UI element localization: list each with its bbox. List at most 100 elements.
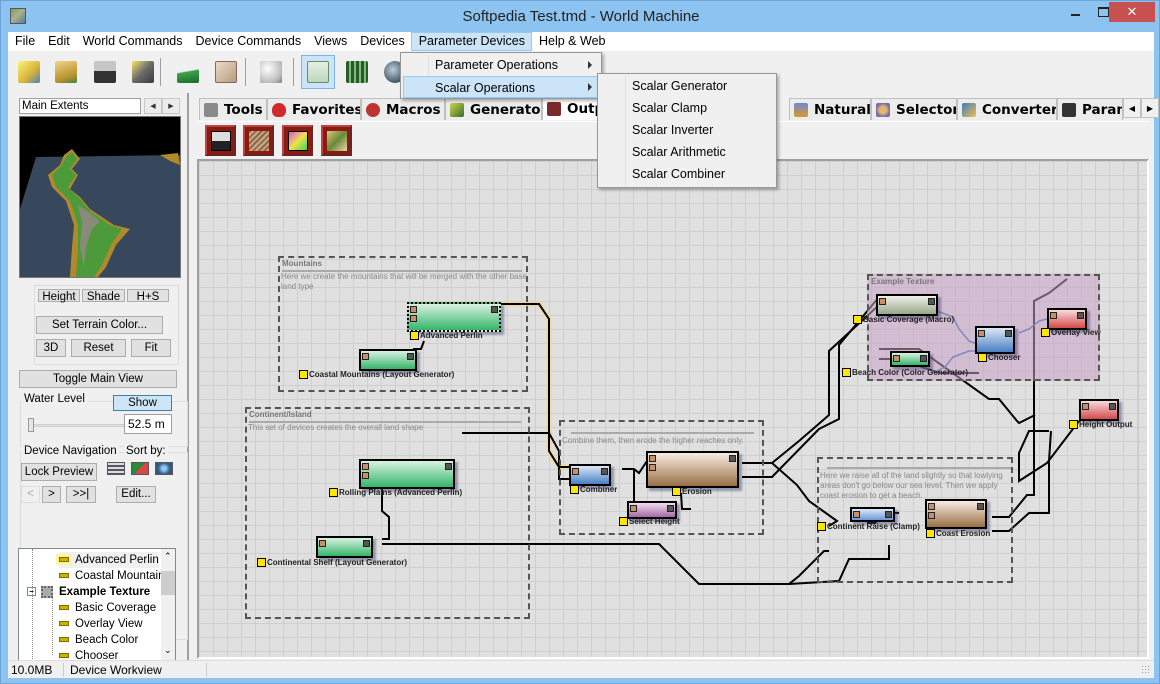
height-view-button[interactable]: Height	[38, 289, 80, 303]
hs-view-button[interactable]: H+S	[127, 289, 169, 303]
extents-prev-button[interactable]: ◀	[144, 98, 162, 114]
input-port[interactable]	[928, 512, 935, 519]
layout-view-button[interactable]	[340, 55, 374, 89]
output-port[interactable]	[885, 511, 892, 518]
output-port[interactable]	[407, 353, 414, 360]
open-button[interactable]	[49, 55, 83, 89]
menu-file[interactable]: File	[8, 32, 41, 51]
device-node-coast-erosion[interactable]	[925, 499, 987, 529]
device-node-combiner[interactable]	[569, 464, 611, 486]
input-port[interactable]	[853, 511, 860, 518]
input-port[interactable]	[1082, 403, 1089, 410]
extents-selector[interactable]: Main Extents	[19, 98, 141, 114]
tab-favorites[interactable]: Favorites	[267, 98, 361, 120]
menu-item-scalar-arithmetic[interactable]: Scalar Arithmetic	[600, 141, 774, 163]
output-port[interactable]	[667, 505, 674, 512]
tree-item[interactable]: Coastal Mountains	[59, 568, 170, 584]
bitmap-output-device[interactable]	[282, 125, 313, 156]
input-port[interactable]	[362, 353, 369, 360]
resize-grip[interactable]	[1141, 665, 1151, 675]
show-water-button[interactable]: Show	[113, 395, 172, 411]
menu-item-scalar-clamp[interactable]: Scalar Clamp	[600, 97, 774, 119]
device-label[interactable]: Basic Coverage (Macro)	[853, 315, 954, 324]
tree-vertical-scrollbar[interactable]: ⌃ ⌄	[161, 549, 175, 661]
menu-devices[interactable]: Devices	[353, 32, 410, 51]
new-world-button[interactable]	[12, 55, 46, 89]
height-output-device[interactable]	[205, 125, 236, 156]
menu-item-scalar-generator[interactable]: Scalar Generator	[600, 75, 774, 97]
sort-list-icon[interactable]	[107, 462, 125, 475]
extents-next-button[interactable]: ▶	[162, 98, 180, 114]
tab-generator[interactable]: Generator	[445, 98, 542, 120]
edit-button[interactable]: Edit...	[116, 486, 156, 503]
terrain-output-device[interactable]	[321, 125, 352, 156]
tree-item[interactable]: − Example Texture	[27, 584, 150, 600]
output-port[interactable]	[729, 455, 736, 462]
tab-selector[interactable]: Selector	[871, 98, 957, 120]
input-port[interactable]	[978, 330, 985, 337]
device-label[interactable]: Continent Raise (Clamp)	[817, 522, 920, 531]
output-port[interactable]	[1005, 330, 1012, 337]
mesh-output-device[interactable]	[243, 125, 274, 156]
output-port[interactable]	[601, 468, 608, 475]
device-label[interactable]: Select Height	[619, 517, 680, 526]
minimize-button[interactable]	[1061, 2, 1089, 22]
terrain-preview[interactable]	[19, 116, 181, 278]
device-node-height-output[interactable]	[1079, 399, 1119, 421]
input-port[interactable]	[928, 503, 935, 510]
menu-device-commands[interactable]: Device Commands	[189, 32, 308, 51]
nav-next-button[interactable]: >	[42, 486, 61, 503]
menu-item-scalar-operations[interactable]: Scalar Operations	[403, 76, 599, 98]
tab-converter[interactable]: Converter	[957, 98, 1057, 120]
toggle-main-view-button[interactable]: Toggle Main View	[19, 370, 177, 388]
device-node-basic-coverage[interactable]	[876, 294, 938, 316]
device-label[interactable]: Continental Shelf (Layout Generator)	[257, 558, 407, 567]
tab-macros[interactable]: Macros	[361, 98, 445, 120]
device-node-advanced-perlin[interactable]	[407, 302, 501, 332]
output-port[interactable]	[1109, 403, 1116, 410]
output-port[interactable]	[491, 306, 498, 313]
device-node-beach-color[interactable]	[890, 351, 930, 367]
device-node-chooser[interactable]	[975, 326, 1015, 354]
nav-prev-button[interactable]: <	[21, 486, 40, 503]
device-node-erosion[interactable]	[646, 451, 739, 488]
device-label[interactable]: Beach Color (Color Generator)	[842, 368, 968, 377]
nav-last-button[interactable]: >>|	[66, 486, 96, 503]
lock-preview-button[interactable]: Lock Preview	[21, 463, 97, 481]
device-label[interactable]: Coast Erosion	[926, 529, 990, 538]
input-port[interactable]	[630, 505, 637, 512]
output-port[interactable]	[363, 540, 370, 547]
group-continent-island[interactable]: Continent/Island This set of devices cre…	[245, 407, 530, 619]
collapse-icon[interactable]: −	[27, 587, 36, 597]
heightfield-button[interactable]	[171, 55, 205, 89]
menu-world-commands[interactable]: World Commands	[76, 32, 189, 51]
menu-item-scalar-inverter[interactable]: Scalar Inverter	[600, 119, 774, 141]
output-port[interactable]	[1077, 312, 1084, 319]
water-level-slider-thumb[interactable]	[28, 418, 34, 432]
fit-button[interactable]: Fit	[131, 339, 171, 357]
device-label[interactable]: Chooser	[978, 353, 1020, 362]
sort-tree-icon[interactable]	[155, 462, 173, 475]
title-bar[interactable]: Softpedia Test.tmd - World Machine ✕	[1, 1, 1160, 32]
tree-item[interactable]: Overlay View	[59, 616, 143, 632]
input-port[interactable]	[893, 355, 900, 362]
device-node-overlay-view[interactable]	[1047, 308, 1087, 330]
tabs-scroll-right[interactable]: ▶	[1141, 98, 1159, 118]
output-port[interactable]	[445, 463, 452, 470]
menu-item-parameter-operations[interactable]: Parameter Operations	[403, 54, 599, 76]
tree-item[interactable]: Basic Coverage	[59, 600, 156, 616]
input-port[interactable]	[410, 315, 417, 322]
device-node-coastal-mountains[interactable]	[359, 349, 417, 371]
close-button[interactable]: ✕	[1109, 2, 1155, 22]
tab-param[interactable]: Param	[1057, 98, 1123, 120]
device-label[interactable]: Height Output	[1069, 420, 1132, 429]
shade-view-button[interactable]: Shade	[82, 289, 125, 303]
device-workview-button[interactable]	[301, 55, 335, 89]
menu-views[interactable]: Views	[307, 32, 353, 51]
input-port[interactable]	[319, 540, 326, 547]
device-label[interactable]: Overlay View	[1041, 328, 1101, 337]
input-port[interactable]	[410, 306, 417, 313]
input-port[interactable]	[879, 298, 886, 305]
input-port[interactable]	[362, 463, 369, 470]
menu-edit[interactable]: Edit	[41, 32, 76, 51]
